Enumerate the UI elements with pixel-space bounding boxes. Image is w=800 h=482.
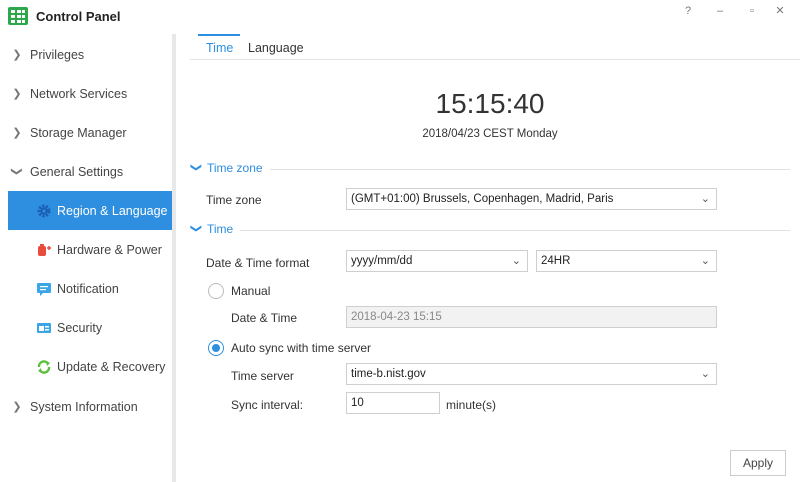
app-logo-icon — [8, 7, 28, 25]
sidebar-item-label: Region & Language — [57, 203, 168, 218]
window-title: Control Panel — [36, 9, 121, 24]
tab-time[interactable]: Time — [206, 41, 233, 55]
sidebar-item-label: Storage Manager — [30, 125, 127, 140]
apply-button[interactable]: Apply — [730, 450, 786, 476]
tab-language[interactable]: Language — [248, 41, 304, 55]
shield-icon — [36, 320, 52, 336]
minimize-button[interactable]: – — [710, 3, 730, 19]
active-tab-indicator — [198, 34, 240, 36]
tab-bar: Time Language — [190, 34, 800, 60]
datetime-label: Date & Time — [231, 311, 298, 325]
section-header-time[interactable]: ❯ Time — [190, 222, 790, 238]
sidebar-item-security[interactable]: Security — [8, 308, 172, 347]
sidebar-item-label: Notification — [57, 281, 119, 296]
sync-interval-input[interactable]: 10 — [346, 392, 440, 414]
date-format-select[interactable]: yyyy/mm/dd ⌄ — [346, 250, 528, 272]
hour-format-select[interactable]: 24HR ⌄ — [536, 250, 717, 272]
chat-icon — [36, 281, 52, 297]
manual-radio[interactable] — [208, 283, 224, 299]
sidebar-item-privileges[interactable]: ❯ Privileges — [8, 35, 172, 74]
help-button[interactable]: ? — [678, 3, 698, 19]
sidebar: ❯ Privileges ❯ Network Services ❯ Storag… — [0, 34, 176, 482]
refresh-icon — [36, 359, 52, 375]
auto-sync-radio[interactable] — [208, 340, 224, 356]
sync-interval-unit: minute(s) — [446, 398, 497, 412]
sync-interval-label: Sync interval: — [231, 398, 304, 412]
chevron-right-icon: ❯ — [12, 88, 22, 100]
title-bar: Control Panel ? – ▫ ✕ — [0, 0, 800, 34]
timezone-label: Time zone — [206, 193, 262, 207]
section-divider — [270, 169, 790, 170]
sidebar-item-label: Privileges — [30, 47, 85, 62]
section-title: Time zone — [207, 161, 263, 175]
section-title: Time — [207, 222, 234, 236]
sidebar-item-network-services[interactable]: ❯ Network Services — [8, 74, 172, 113]
gear-icon — [36, 203, 52, 219]
chevron-down-icon: ⌄ — [700, 255, 710, 267]
time-server-select[interactable]: time-b.nist.gov ⌄ — [346, 363, 717, 385]
main-panel: Time Language 15:15:40 2018/04/23 CEST M… — [190, 34, 800, 482]
manual-label: Manual — [231, 284, 271, 298]
chevron-right-icon: ❯ — [12, 49, 22, 61]
chevron-down-icon: ⌄ — [700, 193, 710, 205]
timezone-value: (GMT+01:00) Brussels, Copenhagen, Madrid… — [351, 193, 614, 205]
sidebar-item-label: Update & Recovery — [57, 359, 166, 374]
sidebar-item-label: Hardware & Power — [57, 242, 162, 257]
timezone-select[interactable]: (GMT+01:00) Brussels, Copenhagen, Madrid… — [346, 188, 717, 210]
restore-button[interactable]: ▫ — [742, 3, 762, 19]
chevron-down-icon: ❯ — [190, 162, 203, 173]
sidebar-item-label: Network Services — [30, 86, 128, 101]
sidebar-item-label: Security — [57, 320, 103, 335]
sidebar-item-system-information[interactable]: ❯ System Information — [8, 387, 172, 426]
time-server-label: Time server — [231, 369, 294, 383]
datetime-field: 2018-04-23 15:15 — [346, 306, 717, 328]
sidebar-item-storage-manager[interactable]: ❯ Storage Manager — [8, 113, 172, 152]
section-header-timezone[interactable]: ❯ Time zone — [190, 161, 790, 177]
date-format-value: yyyy/mm/dd — [351, 255, 413, 267]
close-button[interactable]: ✕ — [770, 3, 790, 19]
current-time: 15:15:40 — [435, 88, 545, 119]
chevron-down-icon: ⌄ — [511, 255, 521, 267]
chevron-right-icon: ❯ — [12, 127, 22, 139]
section-divider — [240, 230, 790, 231]
sidebar-item-region-language[interactable]: Region & Language — [8, 191, 172, 230]
sidebar-item-update-recovery[interactable]: Update & Recovery — [8, 347, 172, 386]
chevron-down-icon: ❯ — [190, 223, 203, 234]
chevron-down-icon: ⌄ — [700, 368, 710, 380]
hour-format-value: 24HR — [541, 255, 571, 267]
chevron-right-icon: ❯ — [12, 401, 22, 413]
sidebar-item-general-settings[interactable]: ❯ General Settings — [8, 152, 172, 191]
sidebar-item-label: General Settings — [30, 164, 124, 179]
auto-sync-label: Auto sync with time server — [231, 341, 372, 355]
power-icon — [36, 242, 52, 258]
current-date: 2018/04/23 CEST Monday — [422, 128, 558, 140]
chevron-down-icon: ❯ — [10, 166, 23, 177]
time-server-value: time-b.nist.gov — [351, 368, 426, 380]
sidebar-item-notification[interactable]: Notification — [8, 269, 172, 308]
datetime-format-label: Date & Time format — [206, 256, 310, 270]
sidebar-item-label: System Information — [30, 399, 138, 414]
sidebar-item-hardware-power[interactable]: Hardware & Power — [8, 230, 172, 269]
